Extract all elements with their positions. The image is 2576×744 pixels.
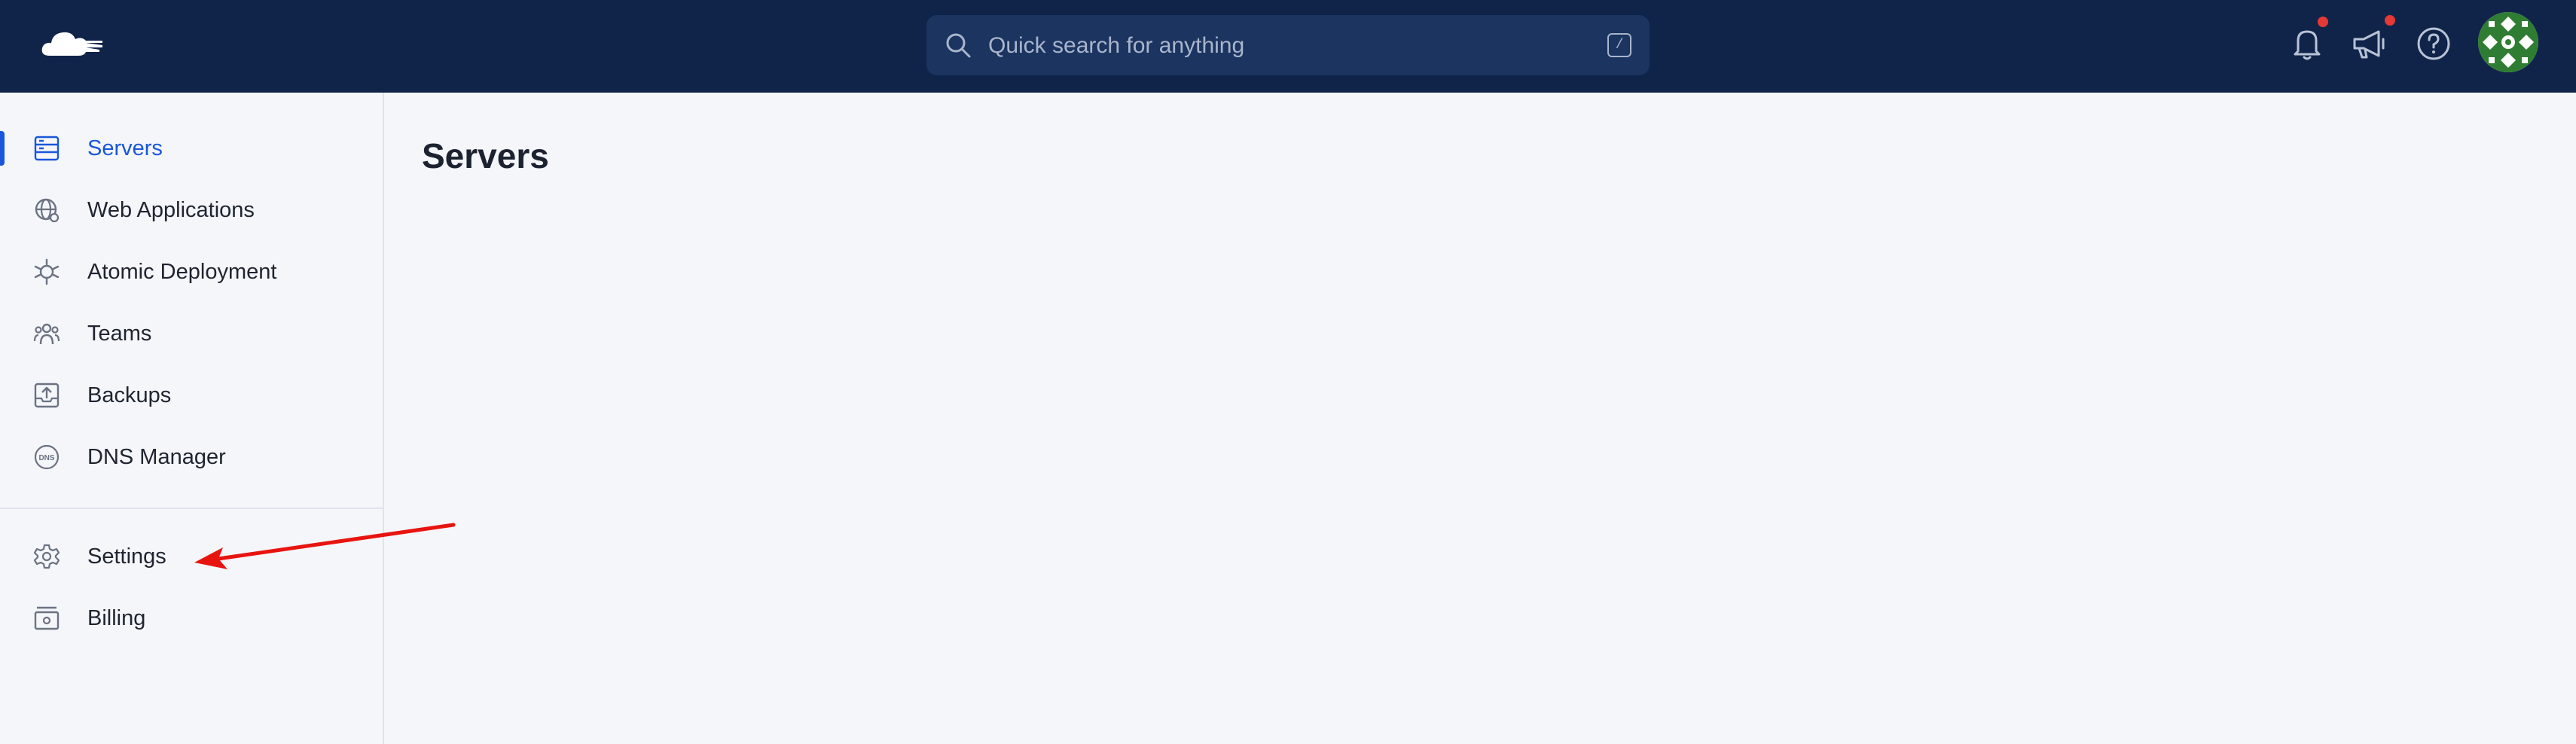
sidebar-item-label: Backups	[87, 383, 172, 407]
sidebar-item-web-applications[interactable]: Web Applications	[0, 184, 383, 236]
announcements-button[interactable]	[2349, 15, 2395, 65]
cloud-logo-icon[interactable]	[39, 26, 107, 63]
billing-icon	[34, 606, 60, 630]
sidebar-item-label: Web Applications	[87, 198, 255, 222]
sidebar-item-label: Settings	[87, 544, 166, 569]
atom-icon	[34, 258, 60, 285]
notification-dot	[2318, 17, 2328, 27]
search-icon	[946, 33, 971, 58]
top-bar: /	[0, 0, 2576, 93]
svg-text:DNS: DNS	[38, 454, 54, 462]
sidebar-item-teams[interactable]: Teams	[0, 307, 383, 360]
annotation-arrow-icon	[194, 523, 456, 569]
sidebar-item-label: Billing	[87, 606, 146, 630]
sidebar-item-label: Servers	[87, 136, 163, 160]
search-box[interactable]: /	[926, 15, 1650, 77]
search-shortcut-key: /	[1607, 33, 1631, 57]
sidebar: Servers Web Applications Atomic Deployme…	[0, 93, 384, 744]
gear-icon	[33, 544, 60, 569]
help-button[interactable]	[2413, 23, 2455, 65]
backup-icon	[34, 383, 60, 408]
avatar-pattern-icon	[2478, 12, 2538, 72]
dns-icon: DNS	[34, 444, 60, 470]
sidebar-item-label: Teams	[87, 322, 152, 346]
announcement-dot	[2385, 15, 2395, 26]
help-icon	[2417, 27, 2450, 60]
bell-icon	[2294, 30, 2321, 60]
search-input[interactable]	[987, 15, 1562, 77]
globe-icon	[35, 198, 60, 223]
sidebar-item-servers[interactable]: Servers	[0, 122, 383, 175]
megaphone-icon	[2353, 30, 2385, 59]
notifications-button[interactable]	[2286, 17, 2328, 65]
avatar[interactable]	[2478, 12, 2538, 72]
sidebar-item-backups[interactable]: Backups	[0, 369, 383, 422]
active-indicator	[0, 131, 5, 166]
page-title: Servers	[422, 136, 549, 175]
team-icon	[33, 323, 60, 345]
sidebar-item-billing[interactable]: Billing	[0, 592, 383, 645]
sidebar-item-dns-manager[interactable]: DNS DNS Manager	[0, 431, 383, 483]
sidebar-item-atomic-deployment[interactable]: Atomic Deployment	[0, 245, 383, 298]
sidebar-item-label: DNS Manager	[87, 445, 226, 469]
server-icon	[34, 136, 60, 161]
sidebar-item-label: Atomic Deployment	[87, 260, 277, 284]
sidebar-divider	[0, 508, 383, 509]
